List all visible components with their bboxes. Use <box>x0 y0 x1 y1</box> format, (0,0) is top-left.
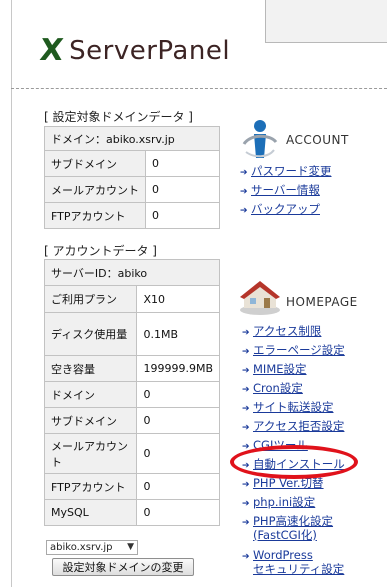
row-value: 0.1MB <box>136 312 220 356</box>
link-mime[interactable]: ➔ MIME設定 <box>242 362 307 378</box>
link-label: エラーページ設定 <box>253 343 345 357</box>
server-id-line: サーバーID：abiko <box>44 259 220 286</box>
link-password-change[interactable]: ➔ パスワード変更 <box>240 164 332 180</box>
row-label: 空き容量 <box>43 355 138 382</box>
link-site-redirect[interactable]: ➔ サイト転送設定 <box>242 400 334 416</box>
change-domain-button[interactable]: 設定対象ドメインの変更 <box>52 558 194 576</box>
house-icon <box>240 281 280 315</box>
link-access-restriction[interactable]: ➔ アクセス制限 <box>242 324 321 340</box>
arrow-icon: ➔ <box>242 423 250 433</box>
serverpanel-logo: X ServerPanel <box>38 33 231 68</box>
link-label: バックアップ <box>251 202 320 216</box>
link-label: アクセス拒否設定 <box>253 419 345 433</box>
link-wordpress-security[interactable]: セキュリティ設定 <box>253 562 344 576</box>
account-person-icon <box>242 120 278 158</box>
row-value: 0 <box>136 433 220 474</box>
arrow-icon: ➔ <box>240 187 248 197</box>
row-label: ドメイン <box>43 381 138 408</box>
link-label: パスワード変更 <box>251 164 332 178</box>
arrow-icon: ➔ <box>242 518 250 528</box>
arrow-icon: ➔ <box>242 347 250 357</box>
top-right-tab <box>265 0 387 43</box>
row-label: ディスク使用量 <box>43 312 138 356</box>
row-label: FTPアカウント <box>44 202 146 229</box>
row-label: メールアカウント <box>43 433 138 474</box>
account-heading-label: ACCOUNT <box>286 133 349 147</box>
domain-line: ドメイン：abiko.xsrv.jp <box>44 126 220 151</box>
row-value: 0 <box>145 202 220 229</box>
link-error-page[interactable]: ➔ エラーページ設定 <box>242 343 345 359</box>
link-label: アクセス制限 <box>253 324 322 338</box>
header-divider <box>11 88 387 89</box>
link-php-acceleration-sub[interactable]: (FastCGI化) <box>253 528 317 542</box>
logo-x-mark: X <box>38 33 66 68</box>
link-label: サイト転送設定 <box>253 400 334 414</box>
row-value: 199999.9MB <box>136 355 220 382</box>
chevron-down-icon: ▼ <box>127 542 134 552</box>
arrow-icon: ➔ <box>242 499 250 509</box>
row-label: サブドメイン <box>44 150 146 177</box>
homepage-heading-label: HOMEPAGE <box>286 295 358 309</box>
logo-text: ServerPanel <box>69 36 231 66</box>
row-label: サブドメイン <box>43 407 138 434</box>
arrow-icon: ➔ <box>242 552 250 562</box>
highlight-oval <box>230 445 358 479</box>
account-data-title: [ アカウントデータ ] <box>44 244 157 258</box>
link-backup[interactable]: ➔ バックアップ <box>240 202 320 218</box>
row-value: 0 <box>136 473 220 500</box>
link-label: MIME設定 <box>253 362 307 376</box>
row-value: 0 <box>145 176 220 203</box>
arrow-icon: ➔ <box>242 480 250 490</box>
arrow-icon: ➔ <box>240 206 248 216</box>
arrow-icon: ➔ <box>242 328 250 338</box>
arrow-icon: ➔ <box>242 404 250 414</box>
row-label: FTPアカウント <box>43 473 138 500</box>
link-label: サーバー情報 <box>251 183 320 197</box>
row-label: メールアカウント <box>44 176 146 203</box>
row-value: 0 <box>136 407 220 434</box>
arrow-icon: ➔ <box>242 385 250 395</box>
account-data-table: サーバーID：abiko ご利用プラン X10 ディスク使用量 0.1MB 空き容量… <box>43 259 220 526</box>
homepage-menu-heading: HOMEPAGE <box>238 276 358 316</box>
domain-data-table: ドメイン：abiko.xsrv.jp サブドメイン 0 メールアカウント 0 FTP… <box>44 126 220 229</box>
arrow-icon: ➔ <box>242 366 250 376</box>
row-value: 0 <box>145 150 220 177</box>
row-value: 0 <box>136 499 220 526</box>
link-php-ini[interactable]: ➔ php.ini設定 <box>242 495 315 511</box>
link-label: セキュリティ設定 <box>253 562 345 576</box>
arrow-icon: ➔ <box>240 168 248 178</box>
account-menu-heading: ACCOUNT <box>240 118 349 162</box>
link-access-deny[interactable]: ➔ アクセス拒否設定 <box>242 419 344 435</box>
link-label: PHP高速化設定 <box>253 514 334 528</box>
row-value: X10 <box>136 285 220 313</box>
row-label: MySQL <box>43 499 138 526</box>
domain-select[interactable]: abiko.xsrv.jp ▼ <box>46 540 138 555</box>
link-label: php.ini設定 <box>253 495 316 509</box>
row-label: ご利用プラン <box>43 285 138 313</box>
link-label: Cron設定 <box>253 381 303 395</box>
domain-select-value: abiko.xsrv.jp <box>50 542 113 553</box>
domain-data-title: [ 設定対象ドメインデータ ] <box>44 110 193 124</box>
row-value: 0 <box>136 381 220 408</box>
link-label: (FastCGI化) <box>253 528 317 542</box>
link-server-info[interactable]: ➔ サーバー情報 <box>240 183 320 199</box>
link-label: WordPress <box>253 548 313 562</box>
link-cron[interactable]: ➔ Cron設定 <box>242 381 303 397</box>
